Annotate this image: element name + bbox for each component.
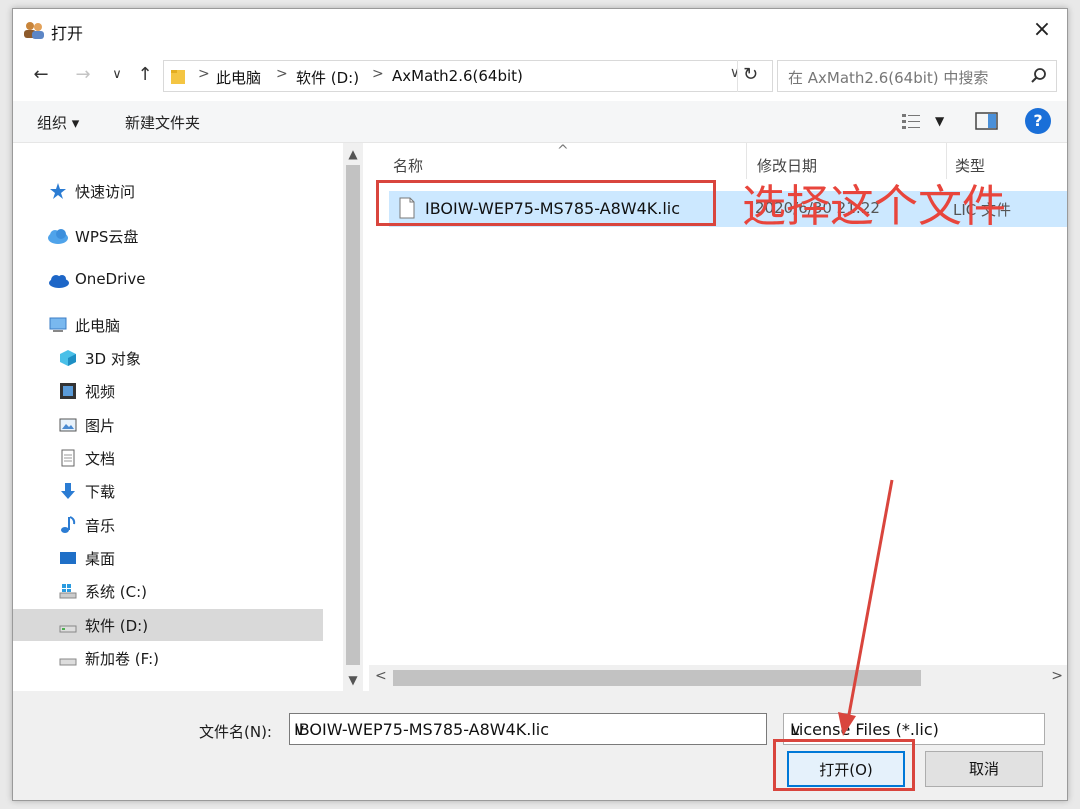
nav-item-documents[interactable]: 文档 [13,442,323,474]
annotation-text: 选择这个文件 [742,181,1006,232]
preview-pane-icon[interactable] [975,111,999,131]
scrollbar-thumb[interactable] [346,165,360,665]
view-dropdown-icon[interactable]: ▼ [935,114,944,128]
title-bar: 打开 × [13,9,1067,51]
breadcrumb-separator: > [372,66,384,82]
nav-item-drive-d[interactable]: 软件 (D:) [13,609,323,641]
windows-drive-icon [59,584,77,599]
navigation-pane: 快速访问 WPS云盘 OneDrive 此电脑 3D 对象 视频 图片 文档 下… [13,143,341,691]
nav-item-quick-access[interactable]: 快速访问 [13,175,323,207]
users-icon [24,22,44,39]
breadcrumb-separator: > [198,66,210,82]
back-arrow-icon[interactable]: ← [29,63,53,87]
nav-item-wps-cloud[interactable]: WPS云盘 [13,220,323,252]
scroll-left-icon[interactable]: < [375,668,387,684]
nav-item-this-pc[interactable]: 此电脑 [13,309,323,341]
nav-item-drive-c[interactable]: 系统 (C:) [13,575,323,607]
recent-locations-chevron-icon[interactable]: ∨ [105,63,129,87]
breadcrumb-separator: > [276,66,288,82]
column-header-name[interactable]: 名称 [369,143,747,179]
close-icon[interactable]: × [1029,17,1055,43]
open-button[interactable]: 打开(O) [787,751,905,787]
address-bar[interactable]: > 此电脑 > 软件 (D:) > AxMath2.6(64bit) ∨ [163,60,773,92]
nav-item-downloads[interactable]: 下载 [13,475,323,507]
filetype-select[interactable]: License Files (*.lic) ∨ [783,713,1045,745]
onedrive-icon [49,275,69,288]
open-file-dialog: 打开 × ← → ∨ ↑ > 此电脑 > 软件 (D:) > AxMath2.6… [12,8,1068,801]
nav-item-onedrive[interactable]: OneDrive [13,264,323,296]
nav-item-pictures[interactable]: 图片 [13,409,323,441]
breadcrumb-axmath-folder[interactable]: AxMath2.6(64bit) [392,67,523,85]
file-icon [399,197,415,219]
view-options-icon[interactable] [901,111,923,131]
nav-label: 3D 对象 [85,350,141,368]
nav-label: WPS云盘 [75,228,139,246]
nav-label: 桌面 [85,550,116,568]
scroll-down-icon[interactable]: ▼ [343,673,363,687]
command-bar: 组织 ▾ 新建文件夹 ▼ ? [13,101,1067,143]
breadcrumb-this-pc[interactable]: 此电脑 [216,67,261,88]
cube-icon [60,350,76,366]
file-name: IBOIW-WEP75-MS785-A8W4K.lic [425,199,681,218]
search-icon [1031,68,1046,83]
window-title: 打开 [51,24,84,43]
video-icon [60,383,76,399]
chevron-down-icon[interactable]: ∨ [790,720,1038,739]
filename-input[interactable]: IBOIW-WEP75-MS785-A8W4K.lic ∨ [289,713,767,745]
search-box[interactable]: 在 AxMath2.6(64bit) 中搜索 [777,60,1057,92]
download-icon [61,483,75,499]
file-pane-hscrollbar[interactable]: < > [369,665,1067,691]
picture-icon [59,418,77,432]
nav-label: 软件 (D:) [85,617,149,635]
document-icon [61,449,75,467]
up-arrow-icon[interactable]: ↑ [133,63,157,87]
nav-item-3d-objects[interactable]: 3D 对象 [13,342,323,374]
nav-label: 音乐 [85,517,116,535]
nav-item-drive-f[interactable]: 新加卷 (F:) [13,642,323,674]
help-icon[interactable]: ? [1025,108,1051,134]
nav-label: 快速访问 [75,183,136,201]
nav-label: 视频 [85,383,116,401]
filename-label: 文件名(N): [199,723,272,741]
cloud-icon [48,229,68,244]
folder-icon [171,70,185,84]
search-placeholder: 在 AxMath2.6(64bit) 中搜索 [788,69,989,87]
computer-icon [49,317,67,332]
music-icon [61,516,76,533]
nav-label: 图片 [85,417,116,435]
refresh-icon[interactable]: ↻ [737,60,763,92]
nav-label: 系统 (C:) [85,583,147,601]
nav-label: 文档 [85,450,116,468]
drive-icon [59,625,77,633]
nav-label: 下载 [85,483,116,501]
drive-icon [59,658,77,666]
new-folder-button[interactable]: 新建文件夹 [125,112,200,133]
scroll-right-icon[interactable]: > [1051,668,1063,684]
scrollbar-thumb[interactable] [393,670,921,686]
nav-item-desktop[interactable]: 桌面 [13,542,323,574]
forward-arrow-icon[interactable]: → [71,63,95,87]
organize-button[interactable]: 组织 ▾ [37,112,79,133]
nav-pane-scrollbar[interactable]: ▲ ▼ [343,143,363,691]
address-row: ← → ∨ ↑ > 此电脑 > 软件 (D:) > AxMath2.6(64bi… [13,57,1067,93]
chevron-down-icon[interactable]: ∨ [294,720,760,739]
desktop-icon [60,552,76,564]
nav-label: OneDrive [75,270,146,288]
breadcrumb-drive-d[interactable]: 软件 (D:) [296,67,359,88]
cancel-button[interactable]: 取消 [925,751,1043,787]
dialog-footer: 文件名(N): IBOIW-WEP75-MS785-A8W4K.lic ∨ Li… [13,691,1067,800]
star-icon [50,183,66,199]
nav-label: 新加卷 (F:) [85,650,159,668]
column-label: 名称 [393,157,424,175]
scroll-up-icon[interactable]: ▲ [343,147,363,161]
nav-item-music[interactable]: 音乐 [13,509,323,541]
nav-label: 此电脑 [75,317,121,335]
nav-item-videos[interactable]: 视频 [13,375,323,407]
